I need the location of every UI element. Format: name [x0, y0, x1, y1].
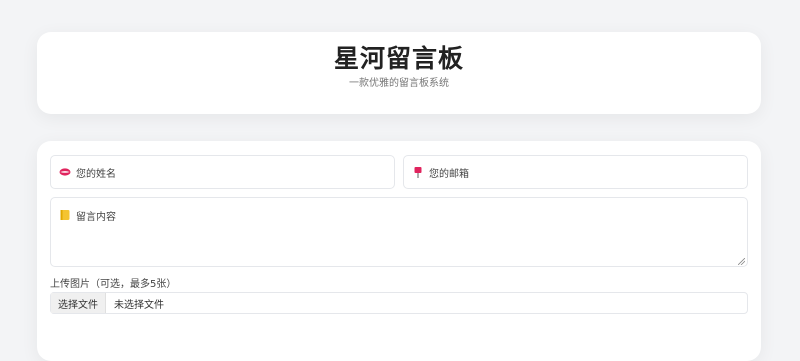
choose-file-button[interactable]: 选择文件 — [51, 293, 106, 313]
message-textarea[interactable]: 留言内容 — [50, 197, 748, 267]
note-icon — [59, 209, 71, 221]
header-card: 星河留言板 一款优雅的留言板系统 — [37, 32, 761, 114]
page-title: 星河留言板 — [333, 44, 464, 73]
file-status: 未选择文件 — [114, 299, 164, 311]
file-input[interactable]: 选择文件 未选择文件 — [50, 292, 748, 314]
resize-handle-icon[interactable] — [737, 257, 746, 266]
upload-label: 上传图片（可选，最多5张） — [50, 279, 177, 290]
mailbox-icon — [412, 166, 424, 178]
email-field[interactable]: 您的邮箱 — [403, 155, 748, 189]
email-placeholder: 您的邮箱 — [429, 168, 469, 180]
message-form: 您的姓名 您的邮箱 留言内容 上传图片（可选，最多5张） 选择文件 未选择文件 — [37, 141, 761, 361]
lips-icon — [59, 166, 71, 178]
name-placeholder: 您的姓名 — [76, 168, 116, 180]
page-subtitle: 一款优雅的留言板系统 — [349, 78, 449, 89]
name-field[interactable]: 您的姓名 — [50, 155, 395, 189]
message-placeholder: 留言内容 — [76, 212, 116, 223]
